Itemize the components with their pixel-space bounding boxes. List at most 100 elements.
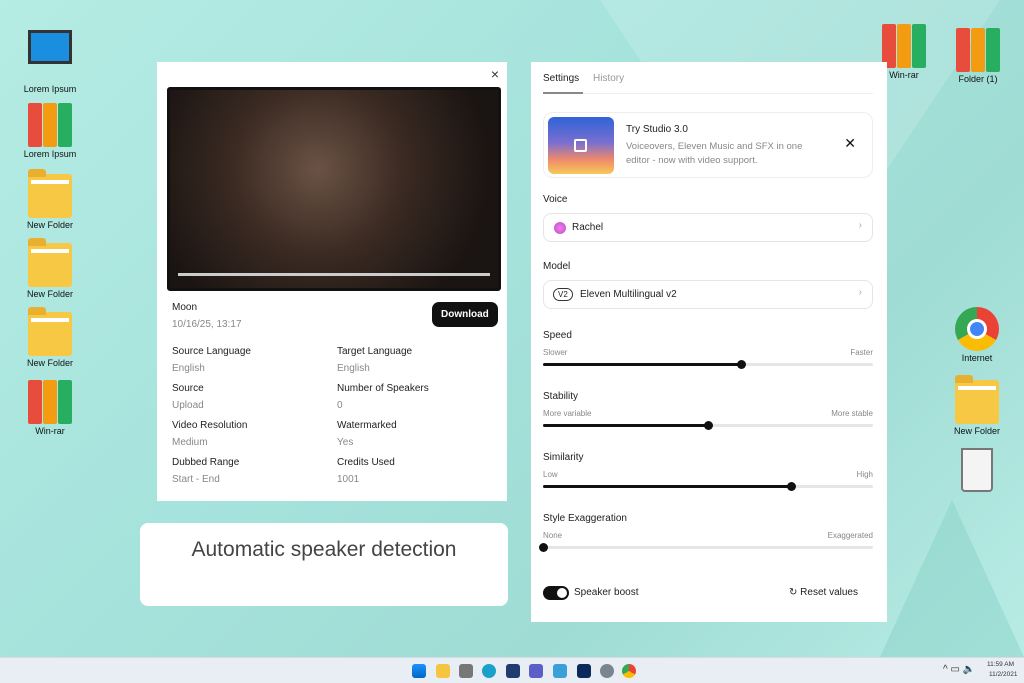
speaker-boost-label: Speaker boost <box>574 587 639 598</box>
field-value: English <box>172 363 205 374</box>
winrar-icon <box>882 24 926 68</box>
desktop-icon-winrar[interactable]: Win-rar <box>15 380 85 436</box>
folder-icon <box>28 238 72 287</box>
clock-time[interactable]: 11:59 AM <box>987 661 1014 668</box>
tray-icons[interactable]: ^ ▭ 🔈 <box>943 664 975 675</box>
field-value: 0 <box>337 400 343 411</box>
start-icon[interactable] <box>412 664 426 678</box>
model-selector[interactable]: V2 Eleven Multilingual v2 › <box>543 280 873 309</box>
slider-handle[interactable] <box>737 360 746 369</box>
winrar-icon <box>28 380 72 424</box>
settings-gear-icon[interactable] <box>600 664 614 678</box>
slider-handle[interactable] <box>786 482 796 491</box>
camera-icon[interactable] <box>459 664 473 678</box>
tab-history[interactable]: History <box>593 73 624 84</box>
field-value: Upload <box>172 400 204 411</box>
reset-label: Reset values <box>800 587 858 598</box>
chrome-icon[interactable] <box>622 664 636 678</box>
app-icon[interactable] <box>553 664 567 678</box>
slider-fill <box>543 363 741 366</box>
field-value: Start - End <box>172 474 220 485</box>
chrome-icon <box>955 307 999 351</box>
active-app-icon[interactable] <box>577 664 591 678</box>
trash-icon <box>961 448 993 492</box>
dub-details-panel: × Moon 10/16/25, 13:17 Download Source L… <box>157 62 507 501</box>
slider-fill <box>543 485 791 488</box>
download-button[interactable]: Download <box>432 302 498 327</box>
video-progress-bar[interactable] <box>178 273 490 276</box>
slider-min-label: Low <box>543 470 558 479</box>
slider-label: Stability <box>543 391 579 402</box>
field-value: English <box>337 363 370 374</box>
desktop-icon-binders[interactable]: Lorem Ipsum <box>15 103 85 159</box>
slider-handle[interactable] <box>704 421 713 430</box>
reset-values-button[interactable]: ↻ Reset values <box>789 587 858 598</box>
desktop-icon-folder[interactable]: New Folder <box>15 307 85 368</box>
caption-box: Automatic speaker detection <box>140 523 508 606</box>
slider-max-label: High <box>856 470 873 479</box>
tab-divider <box>543 93 873 94</box>
model-badge: V2 <box>553 288 573 301</box>
slider-min-label: Slower <box>543 348 568 357</box>
binders-icon <box>28 103 72 147</box>
slider-track[interactable] <box>543 482 873 491</box>
slider-handle[interactable] <box>539 543 548 552</box>
edge-icon[interactable] <box>482 664 496 678</box>
chevron-right-icon: › <box>858 287 862 298</box>
recycle-bin[interactable] <box>942 448 1012 494</box>
desktop-icon-chrome[interactable]: Internet <box>942 307 1012 363</box>
field-label: Source Language <box>172 346 251 357</box>
file-explorer-icon[interactable] <box>436 664 450 678</box>
promo-title: Try Studio 3.0 <box>626 124 688 135</box>
field-label: Target Language <box>337 346 413 357</box>
folder-icon <box>28 169 72 218</box>
video-player[interactable] <box>167 87 501 291</box>
voice-selector[interactable]: Rachel › <box>543 213 873 242</box>
field-value: Yes <box>337 437 354 448</box>
field-label: Source <box>172 383 204 394</box>
slider-label: Speed <box>543 330 572 341</box>
field-label: Watermarked <box>337 420 397 431</box>
desktop-icon-folder[interactable]: New Folder <box>15 169 85 230</box>
slider-min-label: None <box>543 531 563 540</box>
speaker-boost-toggle[interactable] <box>543 586 569 600</box>
field-value: 1001 <box>337 474 360 485</box>
dub-date: 10/16/25, 13:17 <box>172 319 242 330</box>
studio-thumbnail <box>548 117 614 174</box>
clock-date[interactable]: 11/2/2021 <box>989 671 1017 678</box>
folder-icon <box>28 307 72 356</box>
slider-max-label: Exaggerated <box>827 531 873 540</box>
slider-max-label: More stable <box>831 409 873 418</box>
editor-icon <box>574 139 587 152</box>
promo-close-icon[interactable]: ✕ <box>844 135 856 152</box>
folder-icon <box>955 375 999 424</box>
slider-fill <box>543 424 708 427</box>
studio-promo-card[interactable]: Try Studio 3.0 Voiceovers, Eleven Music … <box>543 112 873 178</box>
slider-track[interactable] <box>543 360 873 369</box>
dub-title: Moon <box>172 302 198 313</box>
desktop-icon-folder[interactable]: New Folder <box>15 238 85 299</box>
slider-label: Style Exaggeration <box>543 513 627 524</box>
slider-track[interactable] <box>539 543 873 552</box>
teams-icon[interactable] <box>529 664 543 678</box>
voice-avatar <box>554 222 566 234</box>
store-icon[interactable] <box>506 664 520 678</box>
field-value: Medium <box>172 437 208 448</box>
close-icon[interactable]: × <box>491 66 499 82</box>
slider-min-label: More variable <box>543 409 592 418</box>
computer-icon <box>28 30 72 64</box>
slider-track[interactable] <box>543 421 873 430</box>
tab-active-indicator <box>543 92 583 94</box>
background-shape <box>880 500 1024 657</box>
field-label: Dubbed Range <box>172 457 240 468</box>
desktop-icon-folder[interactable]: New Folder <box>942 375 1012 436</box>
reset-icon: ↻ <box>789 587 801 598</box>
slider-max-label: Faster <box>850 348 873 357</box>
desktop-icon-computer[interactable]: Lorem Ipsum <box>15 28 85 94</box>
tab-settings[interactable]: Settings <box>543 73 579 84</box>
slider-label: Similarity <box>543 452 584 463</box>
field-label: Number of Speakers <box>337 383 429 394</box>
voice-label: Voice <box>543 194 568 205</box>
chevron-right-icon: › <box>858 220 862 231</box>
desktop-icon-folder1[interactable]: Folder (1) <box>943 28 1013 84</box>
